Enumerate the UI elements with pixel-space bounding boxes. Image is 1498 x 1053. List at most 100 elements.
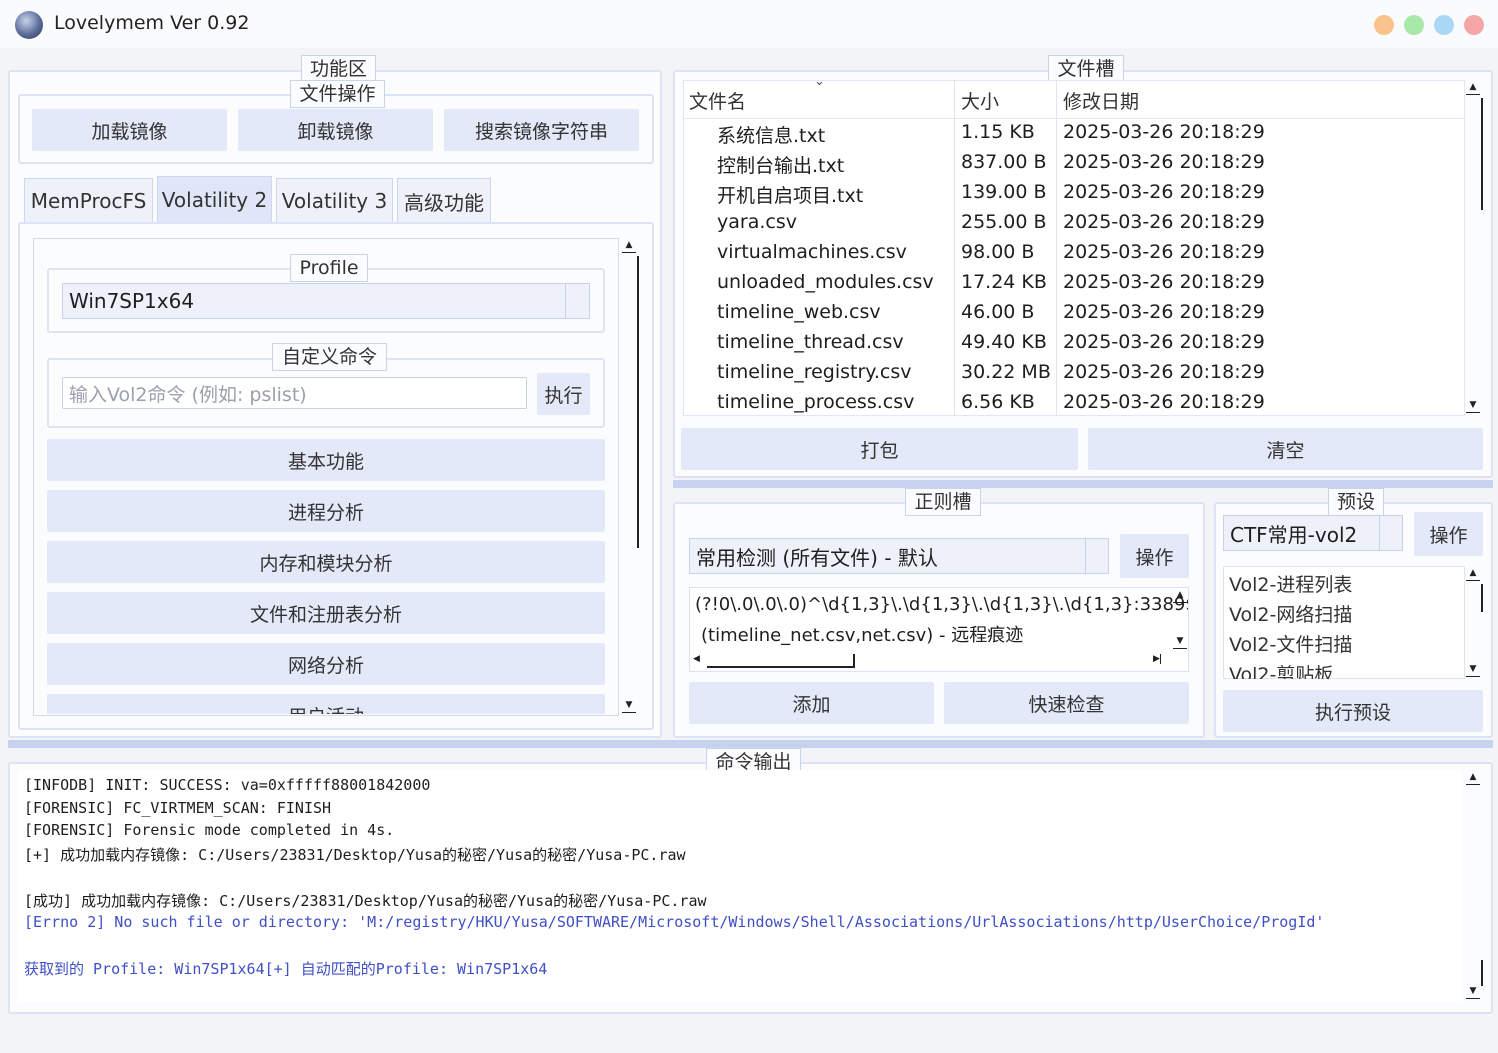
file-name-cell: yara.csv [717, 211, 797, 233]
hscrollbar-thumb[interactable] [707, 654, 855, 668]
column-header-name[interactable]: 文件名 [689, 87, 746, 114]
file-date-cell: 2025-03-26 20:18:29 [1063, 331, 1265, 353]
scroll-down-icon[interactable]: ▼ [1466, 400, 1480, 413]
scroll-down-icon[interactable]: ▼ [622, 700, 636, 713]
console-line: [INFODB] INIT: SUCCESS: va=0xfffff880018… [24, 776, 431, 794]
sort-indicator-icon: ⌄ [814, 74, 825, 89]
window-title: Lovelymem Ver 0.92 [54, 12, 250, 34]
console-line: [+] 成功加载内存镜像: C:/Users/23831/Desktop/Yus… [24, 846, 686, 864]
file-date-cell: 2025-03-26 20:18:29 [1063, 271, 1265, 293]
preset-list-clip: Vol2-进程列表 Vol2-网络扫描 Vol2-文件扫描 Vol2-剪贴板 [1223, 566, 1465, 679]
scroll-right-icon[interactable]: ▶ [1153, 654, 1161, 664]
regex-set-select[interactable]: 常用检测 (所有文件) - 默认 [689, 538, 1109, 574]
scrollbar-thumb[interactable] [1465, 98, 1483, 210]
preset-item[interactable]: Vol2-文件扫描 [1229, 630, 1352, 657]
profile-legend: Profile [290, 254, 368, 282]
preset-op-button[interactable]: 操作 [1414, 512, 1483, 556]
scroll-up-icon[interactable]: ▲ [1466, 82, 1480, 95]
regex-vscrollbar[interactable]: ▲ ▼ [1171, 590, 1189, 652]
restore-button[interactable] [1434, 15, 1454, 35]
file-size-cell: 98.00 B [961, 241, 1035, 263]
preset-dropdown-button[interactable] [1379, 516, 1403, 550]
add-regex-button[interactable]: 添加 [689, 682, 934, 724]
basic-functions-button[interactable]: 基本功能 [47, 439, 605, 481]
scroll-left-icon[interactable]: ◀ [693, 654, 700, 664]
profile-select[interactable]: Win7SP1x64 [62, 283, 590, 319]
user-activity-button[interactable]: 用户活动 [47, 694, 605, 714]
process-analysis-button[interactable]: 进程分析 [47, 490, 605, 532]
file-size-cell: 837.00 B [961, 151, 1047, 173]
file-name-cell: 开机自启项目.txt [717, 185, 864, 207]
preset-select[interactable]: CTF常用-vol2 [1223, 515, 1403, 551]
clear-button[interactable]: 清空 [1088, 428, 1483, 470]
tab-advanced[interactable]: 高级功能 [397, 178, 491, 223]
regex-line: (timeline_net.csv,net.csv) - 远程痕迹 [701, 625, 1024, 646]
splitter[interactable] [8, 740, 1493, 748]
scrollbar-thumb[interactable] [1465, 960, 1483, 986]
load-image-button[interactable]: 加载镜像 [32, 109, 227, 151]
column-header-size[interactable]: 大小 [961, 87, 999, 114]
splitter[interactable] [673, 480, 1493, 488]
column-header-date[interactable]: 修改日期 [1063, 87, 1139, 114]
vol2-command-input[interactable]: 输入Vol2命令 (例如: pslist) [62, 377, 527, 409]
preset-scrollbar[interactable]: ▲ ▼ [1463, 568, 1483, 678]
file-size-cell: 6.56 KB [961, 391, 1035, 413]
file-name-cell: timeline_web.csv [717, 301, 881, 323]
scroll-up-icon[interactable]: ▲ [1173, 590, 1187, 603]
run-preset-button[interactable]: 执行预设 [1223, 690, 1483, 732]
search-strings-button[interactable]: 搜索镜像字符串 [444, 109, 639, 151]
preset-item[interactable]: Vol2-剪贴板 [1229, 660, 1333, 679]
scroll-down-icon[interactable]: ▼ [1173, 636, 1187, 649]
regex-slot-legend: 正则槽 [905, 488, 981, 516]
regex-line: (?!0\.0\.0\.0)^\d{1,3}\.\d{1,3}\.\d{1,3}… [695, 594, 1189, 615]
file-name-cell: virtualmachines.csv [717, 241, 907, 263]
file-size-cell: 17.24 KB [961, 271, 1047, 293]
file-name-cell: timeline_process.csv [717, 391, 915, 413]
scroll-up-icon[interactable]: ▲ [1466, 568, 1480, 581]
file-name-cell: timeline_registry.csv [717, 361, 912, 383]
output-scrollbar[interactable]: ▲ ▼ [1463, 772, 1483, 1002]
network-analysis-button[interactable]: 网络分析 [47, 643, 605, 685]
scrollbar-thumb[interactable] [1465, 584, 1483, 612]
file-date-cell: 2025-03-26 20:18:29 [1063, 121, 1265, 143]
file-date-cell: 2025-03-26 20:18:29 [1063, 301, 1265, 323]
file-size-cell: 1.15 KB [961, 121, 1035, 143]
close-button[interactable] [1464, 15, 1484, 35]
scroll-up-icon[interactable]: ▲ [1466, 772, 1480, 785]
file-date-cell: 2025-03-26 20:18:29 [1063, 361, 1265, 383]
profile-dropdown-button[interactable] [565, 284, 590, 318]
scrollbar-thumb[interactable] [621, 256, 639, 548]
scroll-down-icon[interactable]: ▼ [1466, 664, 1480, 677]
console-line: [FORENSIC] FC_VIRTMEM_SCAN: FINISH [24, 799, 332, 817]
run-command-button[interactable]: 执行 [537, 373, 590, 415]
unload-image-button[interactable]: 卸载镜像 [238, 109, 433, 151]
quick-check-button[interactable]: 快速检查 [944, 682, 1189, 724]
function-scrollbar[interactable]: ▲ ▼ [619, 240, 639, 716]
regex-op-button[interactable]: 操作 [1120, 534, 1189, 578]
preset-select-value: CTF常用-vol2 [1230, 522, 1358, 547]
scroll-up-icon[interactable]: ▲ [622, 240, 636, 253]
file-table-scrollbar[interactable]: ▲ ▼ [1463, 82, 1483, 416]
tab-memprocfs[interactable]: MemProcFS [24, 178, 153, 223]
tab-volatility-2[interactable]: Volatility 2 [157, 176, 272, 223]
memory-module-analysis-button[interactable]: 内存和模块分析 [47, 541, 605, 583]
preset-item[interactable]: Vol2-网络扫描 [1229, 600, 1352, 627]
app-logo-icon [15, 11, 43, 39]
minimize-button[interactable] [1374, 15, 1394, 35]
maximize-button[interactable] [1404, 15, 1424, 35]
file-date-cell: 2025-03-26 20:18:29 [1063, 391, 1265, 413]
preset-item[interactable]: Vol2-进程列表 [1229, 570, 1352, 597]
file-date-cell: 2025-03-26 20:18:29 [1063, 211, 1265, 233]
file-slot-legend: 文件槽 [1048, 55, 1124, 83]
regex-hscrollbar[interactable]: ◀ ▶ [691, 652, 1169, 670]
file-date-cell: 2025-03-26 20:18:29 [1063, 151, 1265, 173]
pack-button[interactable]: 打包 [681, 428, 1078, 470]
header-divider [684, 118, 1464, 119]
tab-volatility-3[interactable]: Volatility 3 [276, 178, 393, 223]
file-date-cell: 2025-03-26 20:18:29 [1063, 181, 1265, 203]
scroll-down-icon[interactable]: ▼ [1466, 986, 1480, 999]
regex-dropdown-button[interactable] [1085, 539, 1109, 573]
file-registry-analysis-button[interactable]: 文件和注册表分析 [47, 592, 605, 634]
file-size-cell: 255.00 B [961, 211, 1047, 233]
console-line: [Errno 2] No such file or directory: 'M:… [24, 913, 1325, 931]
